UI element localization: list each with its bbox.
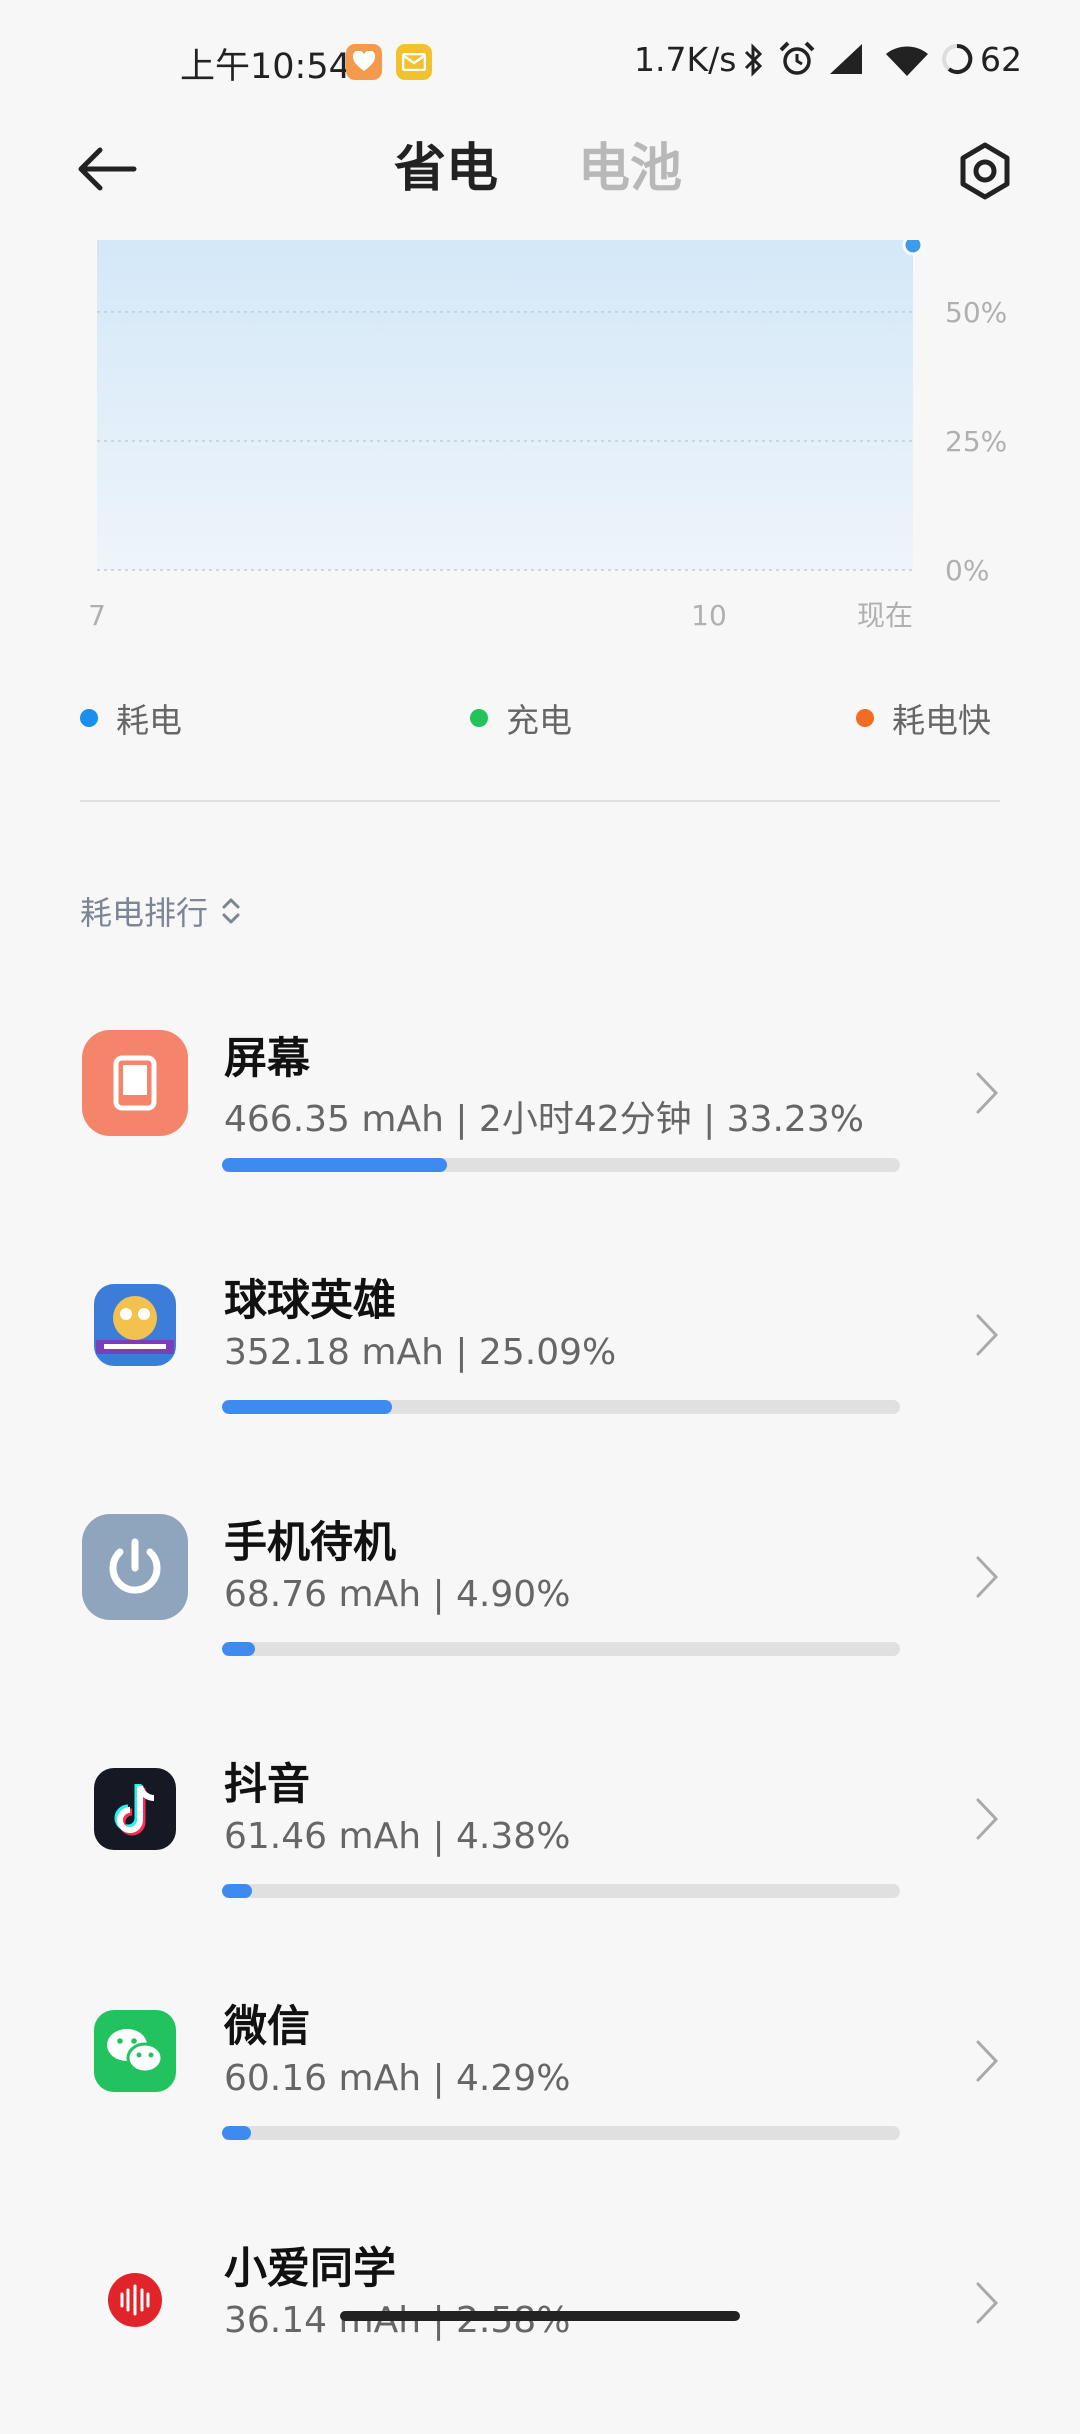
tiktok-icon (82, 1756, 188, 1862)
y-tick-label: 25% (945, 425, 1007, 458)
chevron-right-icon (976, 1314, 999, 1356)
usage-bar (222, 1400, 900, 1414)
power-icon (82, 1514, 188, 1620)
usage-bar (222, 1158, 900, 1172)
status-time: 上午10:54 (180, 47, 351, 87)
bluetooth-icon (744, 43, 763, 77)
usage-bar-fill (222, 1642, 256, 1656)
app-name: 球球英雄 (224, 1276, 396, 1326)
home-indicator[interactable] (340, 2311, 740, 2321)
legend-drain: 耗电 (80, 696, 182, 740)
legend-dot-fast-drain (856, 709, 874, 727)
status-bar: 上午10:54 1.7K/s 62 (0, 0, 1080, 120)
app-name: 抖音 (224, 1760, 310, 1810)
battery-level: 62 (980, 40, 1022, 79)
chevron-right-icon (976, 1556, 999, 1598)
app-stats: 60.16 mAh | 4.29% (224, 2058, 571, 2099)
x-tick-label: 10 (691, 599, 727, 632)
usage-bar-fill (222, 1400, 393, 1414)
mail-app-icon (396, 44, 432, 80)
battery-chart: 0% 25% 50% 7 10 现在 (88, 240, 1007, 632)
chevron-right-icon (976, 2040, 999, 2082)
usage-bar-fill (222, 1158, 448, 1172)
app-stats: 61.46 mAh | 4.38% (224, 1816, 571, 1857)
wifi-icon (886, 46, 928, 76)
ranking-sort-label: 耗电排行 (80, 894, 209, 932)
app-name: 手机待机 (224, 1518, 396, 1568)
signal-icon (830, 44, 862, 74)
chart-current-point (902, 240, 924, 256)
legend-dot-drain (80, 709, 98, 727)
battery-icon (942, 43, 973, 74)
x-tick-label: 7 (88, 599, 106, 632)
app-stats: 68.76 mAh | 4.90% (224, 1574, 571, 1615)
app-name: 小爱同学 (224, 2244, 396, 2294)
app-name: 微信 (224, 2002, 310, 2052)
chevron-right-icon (976, 1798, 999, 1840)
legend-dot-charge (470, 709, 488, 727)
back-button[interactable] (70, 134, 150, 204)
usage-bar (222, 2126, 900, 2140)
legend-label-drain: 耗电 (116, 701, 182, 740)
screen-icon (82, 1030, 188, 1136)
usage-bar (222, 1884, 900, 1898)
alarm-icon (779, 41, 815, 75)
usage-bar-fill (222, 1884, 252, 1898)
ranking-sort-toggle[interactable]: 耗电排行 (80, 888, 242, 934)
legend-fast-drain: 耗电快 (856, 696, 991, 740)
game-app-icon (82, 1272, 188, 1378)
sort-updown-icon (222, 898, 240, 924)
ranking-row-wechat[interactable]: 微信 60.16 mAh | 4.29% (0, 1992, 1080, 2192)
settings-button[interactable] (950, 136, 1020, 206)
chart-area-fill (97, 240, 913, 570)
app-name: 屏幕 (224, 1034, 310, 1084)
ranking-row-standby[interactable]: 手机待机 68.76 mAh | 4.90% (0, 1508, 1080, 1708)
legend-label-charge: 充电 (506, 701, 572, 740)
app-stats: 466.35 mAh | 2小时42分钟 | 33.23% (224, 1099, 864, 1140)
ranking-row-screen[interactable]: 屏幕 466.35 mAh | 2小时42分钟 | 33.23% (0, 1024, 1080, 1224)
chevron-right-icon (976, 1072, 999, 1114)
wechat-icon (82, 1998, 188, 2104)
network-speed: 1.7K/s (634, 40, 737, 79)
usage-bar (222, 1642, 900, 1656)
ranking-row-game[interactable]: 球球英雄 352.18 mAh | 25.09% (0, 1266, 1080, 1466)
gear-icon (960, 142, 1010, 200)
divider (80, 800, 1000, 802)
tab-battery[interactable]: 电池 (578, 126, 682, 201)
x-tick-label: 现在 (857, 599, 913, 632)
ranking-row-douyin[interactable]: 抖音 61.46 mAh | 4.38% (0, 1750, 1080, 1950)
tab-power-saving[interactable]: 省电 (394, 126, 498, 201)
health-app-icon (346, 44, 382, 80)
y-tick-label: 0% (945, 554, 989, 587)
ranking-row-xiaoai[interactable]: 小爱同学 36.14 mAh | 2.58% (0, 2234, 1080, 2434)
y-tick-label: 50% (945, 296, 1007, 329)
xiaoai-icon (82, 2240, 188, 2346)
legend-charge: 充电 (470, 696, 572, 740)
legend-label-fast-drain: 耗电快 (892, 701, 991, 740)
usage-bar-fill (222, 2126, 252, 2140)
back-arrow-icon (78, 147, 137, 191)
app-stats: 352.18 mAh | 25.09% (224, 1332, 617, 1373)
chevron-right-icon (976, 2282, 999, 2324)
